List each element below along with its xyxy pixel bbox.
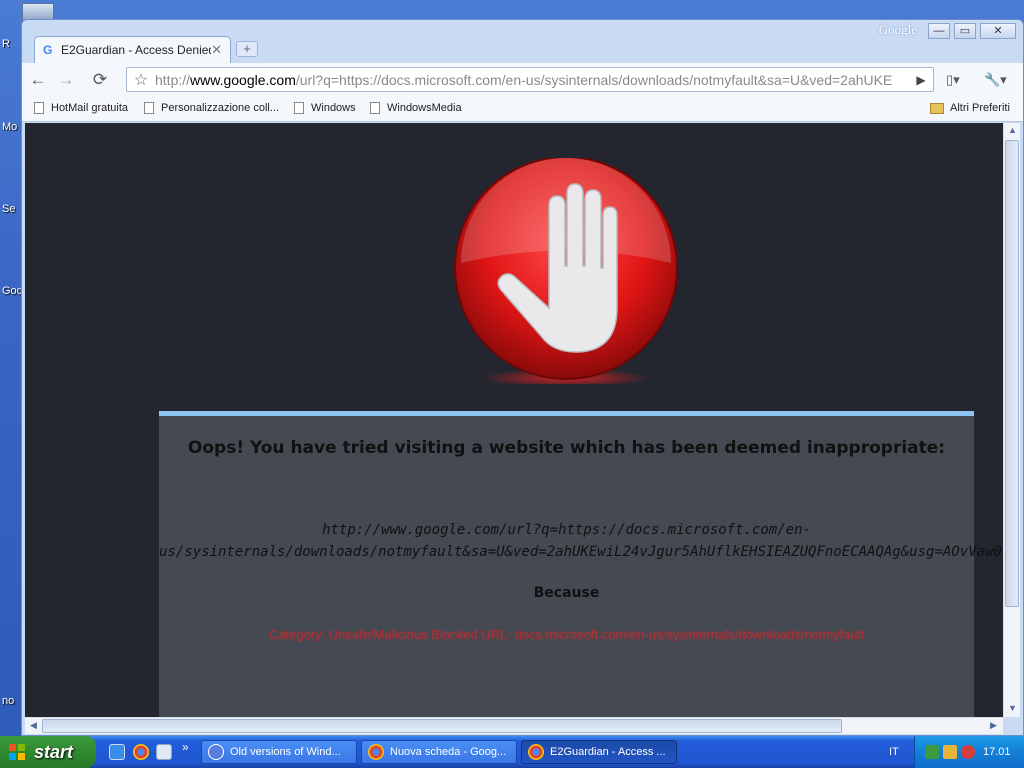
forward-icon[interactable]: →	[54, 68, 78, 92]
stop-hand-icon	[454, 158, 678, 384]
horizontal-scroll-thumb[interactable]	[42, 719, 842, 733]
browser-window: G E2Guardian - Access Denied ✕ + Google …	[21, 19, 1024, 736]
reload-icon[interactable]: ⟳	[88, 68, 112, 92]
taskbar: start » Old versions of Wind... Nuova sc…	[0, 736, 1024, 768]
system-tray: 17.01	[914, 736, 1024, 768]
page-icon	[34, 102, 44, 114]
scroll-down-icon[interactable]: ▼	[1005, 703, 1020, 713]
tray-app-icon[interactable]	[943, 745, 957, 759]
bookmark-label: Windows	[311, 102, 356, 114]
blocked-url-line2: us/sysinternals/downloads/notmyfault&sa=…	[159, 544, 1002, 560]
blocked-url-line1: http://www.google.com/url?q=https://docs…	[322, 522, 811, 538]
close-button[interactable]: ✕	[980, 23, 1016, 39]
browser-brand: Google	[878, 22, 917, 37]
taskbar-window-label: E2Guardian - Access ...	[550, 746, 666, 758]
start-label: start	[34, 742, 74, 762]
bookmark-label: Personalizzazione coll...	[161, 102, 280, 114]
address-bar[interactable]: ☆ http://www.google.com/url?q=https://do…	[126, 67, 934, 92]
windows-logo-icon	[9, 744, 25, 760]
desktop-label[interactable]: Mo	[2, 121, 22, 133]
go-icon[interactable]: ▶	[911, 70, 931, 90]
bookmark-label: WindowsMedia	[387, 102, 462, 114]
explorer-icon[interactable]	[156, 744, 172, 760]
horizontal-scrollbar[interactable]: ◀ ▶	[25, 717, 1003, 734]
desktop-label[interactable]: no	[2, 695, 22, 707]
vertical-scroll-thumb[interactable]	[1005, 140, 1019, 607]
tab-e2guardian[interactable]: G E2Guardian - Access Denied ✕	[34, 36, 231, 63]
tab-title: E2Guardian - Access Denied	[61, 43, 212, 57]
shield-icon[interactable]	[961, 745, 975, 759]
bookmark-item[interactable]: Windows	[294, 102, 356, 114]
page-content: Oops! You have tried visiting a website …	[25, 123, 1003, 717]
bookmark-item[interactable]: Personalizzazione coll...	[144, 102, 279, 114]
app-icon	[208, 744, 224, 760]
language-indicator[interactable]: IT	[889, 736, 909, 768]
desktop-label[interactable]: Se	[2, 203, 22, 215]
block-heading: Oops! You have tried visiting a website …	[187, 438, 946, 458]
other-bookmarks[interactable]: Altri Preferiti	[930, 102, 1010, 114]
taskbar-window[interactable]: Old versions of Wind...	[201, 740, 357, 764]
url-rest: /url?q=https://docs.microsoft.com/en-us/…	[295, 71, 893, 88]
minimize-button[interactable]: —	[928, 23, 950, 39]
chrome-icon[interactable]	[133, 744, 149, 760]
restore-button[interactable]: ▭	[954, 23, 976, 39]
scroll-left-icon[interactable]: ◀	[26, 720, 41, 731]
page-icon	[144, 102, 154, 114]
bookmark-item[interactable]: HotMail gratuita	[34, 102, 128, 114]
folder-icon	[930, 102, 944, 114]
taskbar-window[interactable]: E2Guardian - Access ...	[521, 740, 677, 764]
scroll-right-icon[interactable]: ▶	[986, 720, 1001, 731]
desktop-label[interactable]: Goc	[2, 285, 22, 297]
vertical-scrollbar[interactable]: ▲ ▼	[1003, 123, 1020, 717]
taskbar-window-label: Old versions of Wind...	[230, 746, 341, 758]
wrench-icon[interactable]: 🔧▾	[984, 70, 1007, 90]
new-tab-button[interactable]: +	[236, 41, 258, 57]
bookmark-item[interactable]: WindowsMedia	[370, 102, 462, 114]
ie-icon[interactable]	[109, 744, 125, 760]
start-button[interactable]: start	[0, 736, 96, 768]
taskbar-window[interactable]: Nuova scheda - Goog...	[361, 740, 517, 764]
back-icon[interactable]: ←	[26, 68, 50, 92]
title-bar[interactable]: G E2Guardian - Access Denied ✕ + Google …	[22, 20, 1023, 63]
url-prefix: http://	[155, 71, 191, 88]
page-menu-icon[interactable]: ▯▾	[946, 70, 960, 90]
blocked-url: http://www.google.com/url?q=https://docs…	[159, 519, 1002, 563]
bookmarks-bar: HotMail gratuita Personalizzazione coll.…	[22, 96, 1023, 122]
block-reason: Category: Unsafe/Malicious Blocked URL: …	[268, 627, 865, 642]
other-bookmarks-label: Altri Preferiti	[950, 102, 1010, 114]
chrome-icon	[368, 744, 384, 760]
desktop-label[interactable]: R	[2, 38, 22, 50]
chrome-icon	[528, 744, 544, 760]
bookmark-label: HotMail gratuita	[51, 102, 129, 114]
url-domain: www.google.com	[190, 71, 296, 88]
google-icon: G	[43, 43, 53, 57]
clock[interactable]: 17.01	[983, 736, 1011, 768]
taskbar-window-label: Nuova scheda - Goog...	[390, 746, 507, 758]
tab-close-icon[interactable]: ✕	[211, 42, 222, 58]
page-icon	[294, 102, 304, 114]
because-label: Because	[533, 585, 600, 601]
tray-app-icon[interactable]	[925, 745, 939, 759]
star-icon[interactable]: ☆	[127, 70, 155, 90]
page-icon	[370, 102, 380, 114]
block-message-panel: Oops! You have tried visiting a website …	[159, 411, 1002, 717]
scroll-up-icon[interactable]: ▲	[1005, 125, 1020, 135]
quicklaunch-more[interactable]: »	[182, 740, 189, 754]
